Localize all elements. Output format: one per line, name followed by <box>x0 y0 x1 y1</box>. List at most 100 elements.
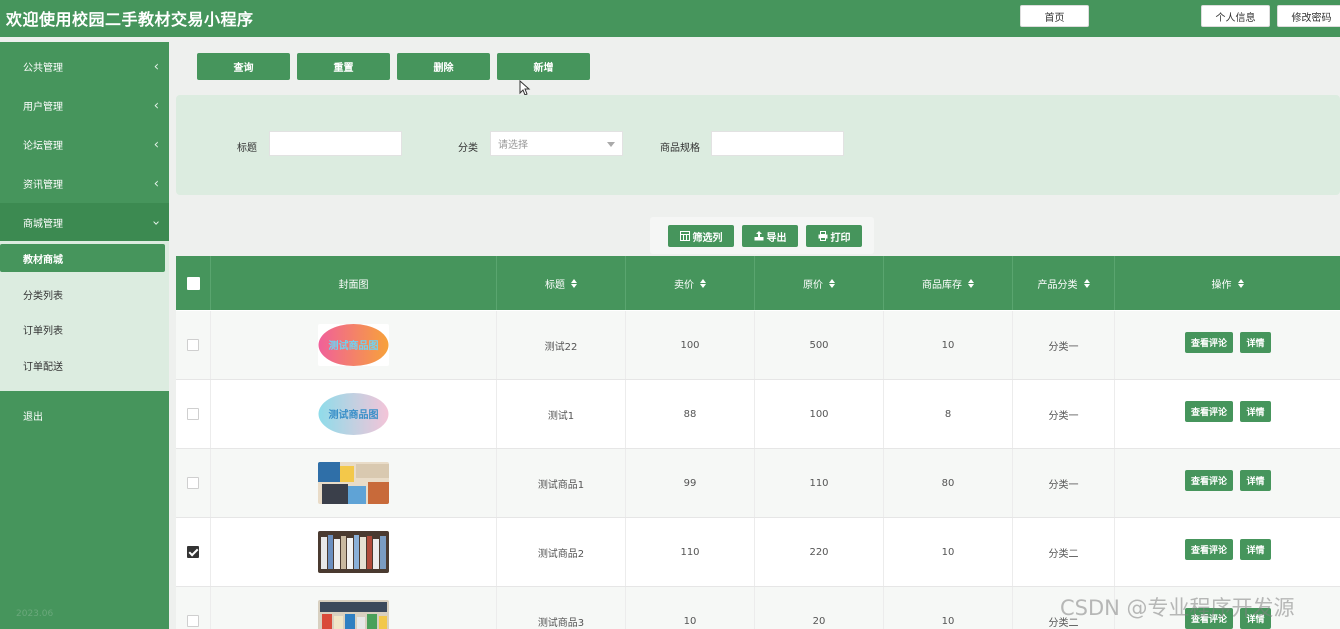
cover-image <box>318 531 389 573</box>
header-price-label: 卖价 <box>674 279 694 291</box>
delete-button[interactable]: 删除 <box>397 53 490 80</box>
add-button[interactable]: 新增 <box>497 53 590 80</box>
category-filter-label: 分类 <box>458 143 478 154</box>
header-stock-label: 商品库存 <box>922 279 962 291</box>
spec-filter-label: 商品规格 <box>660 143 700 154</box>
cell-category: 分类一 <box>1013 449 1115 517</box>
cell-stock: 10 <box>884 311 1013 379</box>
cell-title: 测试1 <box>497 380 626 448</box>
filter-columns-label: 筛选列 <box>692 232 723 244</box>
sidebar-item-forum[interactable]: 论坛管理 ‹ <box>0 125 169 164</box>
header-price[interactable]: 卖价 <box>626 256 755 310</box>
sidebar-item-logout[interactable]: 退出 <box>0 396 169 435</box>
row-checkbox[interactable] <box>187 408 199 420</box>
query-button[interactable]: 查询 <box>197 53 290 80</box>
detail-button[interactable]: 详情 <box>1240 401 1271 422</box>
view-reviews-button[interactable]: 查看评论 <box>1185 332 1233 353</box>
cell-price: 100 <box>626 311 755 379</box>
cell-price: 110 <box>626 518 755 586</box>
cell-original-price: 110 <box>755 449 884 517</box>
print-button[interactable]: 打印 <box>806 225 862 247</box>
sidebar-subitem-textbook-mall[interactable]: 教材商城 <box>0 244 165 272</box>
chevron-left-icon: ‹ <box>153 137 159 152</box>
header-original-label: 原价 <box>803 279 823 291</box>
goods-table: 封面图 标题 卖价 原价 商品库存 产品分类 操作 测试商品图 测试22 100… <box>176 256 1340 629</box>
title-filter-label: 标题 <box>237 143 257 154</box>
table-toolbar: 筛选列 导出 打印 <box>650 217 874 254</box>
detail-button[interactable]: 详情 <box>1240 470 1271 491</box>
cell-category: 分类一 <box>1013 311 1115 379</box>
caret-down-icon <box>607 142 615 147</box>
sidebar-item-label: 资讯管理 <box>23 180 63 191</box>
header-original-price[interactable]: 原价 <box>755 256 884 310</box>
cell-title: 测试22 <box>497 311 626 379</box>
sidebar-footer-text: 2023.06 <box>16 609 54 619</box>
category-filter-select[interactable]: 请选择 <box>490 131 623 156</box>
table-header: 封面图 标题 卖价 原价 商品库存 产品分类 操作 <box>176 256 1340 310</box>
select-all-checkbox[interactable] <box>186 276 200 290</box>
header-title[interactable]: 标题 <box>497 256 626 310</box>
top-bar: 欢迎使用校园二手教材交易小程序 首页 个人信息 修改密码 <box>0 0 1340 37</box>
sidebar-item-label: 公共管理 <box>23 63 63 74</box>
row-checkbox[interactable] <box>187 339 199 351</box>
export-button[interactable]: 导出 <box>742 225 798 247</box>
row-checkbox[interactable] <box>187 477 199 489</box>
spec-filter-input[interactable] <box>711 131 844 156</box>
sidebar-subitem-order-list[interactable]: 订单列表 <box>0 315 169 343</box>
detail-button[interactable]: 详情 <box>1240 539 1271 560</box>
watermark: CSDN @专业程序开发源 <box>1060 596 1295 620</box>
view-reviews-button[interactable]: 查看评论 <box>1185 470 1233 491</box>
sort-icon <box>700 278 706 288</box>
view-reviews-button[interactable]: 查看评论 <box>1185 539 1233 560</box>
table-row: 测试商品图 测试22 100 500 10 分类一 查看评论 详情 <box>176 311 1340 380</box>
sort-icon <box>968 278 974 288</box>
cell-original-price: 220 <box>755 518 884 586</box>
cell-ops: 查看评论 详情 <box>1115 311 1340 379</box>
row-checkbox[interactable] <box>187 546 199 558</box>
cell-stock: 8 <box>884 380 1013 448</box>
sidebar-item-mall[interactable]: 商城管理 ‹ <box>0 203 169 242</box>
change-password-button[interactable]: 修改密码 <box>1277 5 1340 27</box>
cell-category: 分类一 <box>1013 380 1115 448</box>
cell-price: 99 <box>626 449 755 517</box>
sidebar: 公共管理 ‹ 用户管理 ‹ 论坛管理 ‹ 资讯管理 ‹ 商城管理 ‹ 教材商城 … <box>0 42 169 629</box>
detail-button[interactable]: 详情 <box>1240 332 1271 353</box>
cover-image <box>318 462 389 504</box>
mall-submenu: 教材商城 分类列表 订单列表 订单配送 <box>0 241 169 391</box>
cell-ops: 查看评论 详情 <box>1115 518 1340 586</box>
sidebar-subitem-category-list[interactable]: 分类列表 <box>0 280 169 308</box>
reset-button[interactable]: 重置 <box>297 53 390 80</box>
sidebar-item-news[interactable]: 资讯管理 ‹ <box>0 164 169 203</box>
header-category[interactable]: 产品分类 <box>1013 256 1115 310</box>
search-panel: 标题 分类 请选择 商品规格 <box>176 95 1340 195</box>
header-ops[interactable]: 操作 <box>1115 256 1340 310</box>
cell-stock: 80 <box>884 449 1013 517</box>
home-button[interactable]: 首页 <box>1020 5 1089 27</box>
chevron-left-icon: ‹ <box>153 59 159 74</box>
header-stock[interactable]: 商品库存 <box>884 256 1013 310</box>
sidebar-item-users[interactable]: 用户管理 ‹ <box>0 86 169 125</box>
cell-price: 10 <box>626 587 755 629</box>
cover-image: 测试商品图 <box>318 324 389 366</box>
title-filter-input[interactable] <box>269 131 402 156</box>
sort-icon <box>1237 278 1244 288</box>
table-row: 测试商品2 110 220 10 分类二 查看评论 详情 <box>176 518 1340 587</box>
chevron-down-icon: ‹ <box>148 219 164 226</box>
sidebar-item-label: 论坛管理 <box>23 141 63 152</box>
cell-ops: 查看评论 详情 <box>1115 380 1340 448</box>
cell-title: 测试商品1 <box>497 449 626 517</box>
view-reviews-button[interactable]: 查看评论 <box>1185 401 1233 422</box>
header-cover: 封面图 <box>211 256 497 310</box>
cover-text: 测试商品图 <box>329 339 379 352</box>
printer-icon <box>818 231 827 241</box>
export-label: 导出 <box>766 232 787 244</box>
sidebar-subitem-order-delivery[interactable]: 订单配送 <box>0 351 169 379</box>
export-icon <box>754 231 763 241</box>
chevron-left-icon: ‹ <box>153 176 159 191</box>
profile-button[interactable]: 个人信息 <box>1201 5 1270 27</box>
sort-icon <box>1083 278 1090 288</box>
filter-columns-button[interactable]: 筛选列 <box>668 225 734 247</box>
row-checkbox[interactable] <box>187 615 199 627</box>
cell-title: 测试商品3 <box>497 587 626 629</box>
sidebar-item-public[interactable]: 公共管理 ‹ <box>0 47 169 86</box>
